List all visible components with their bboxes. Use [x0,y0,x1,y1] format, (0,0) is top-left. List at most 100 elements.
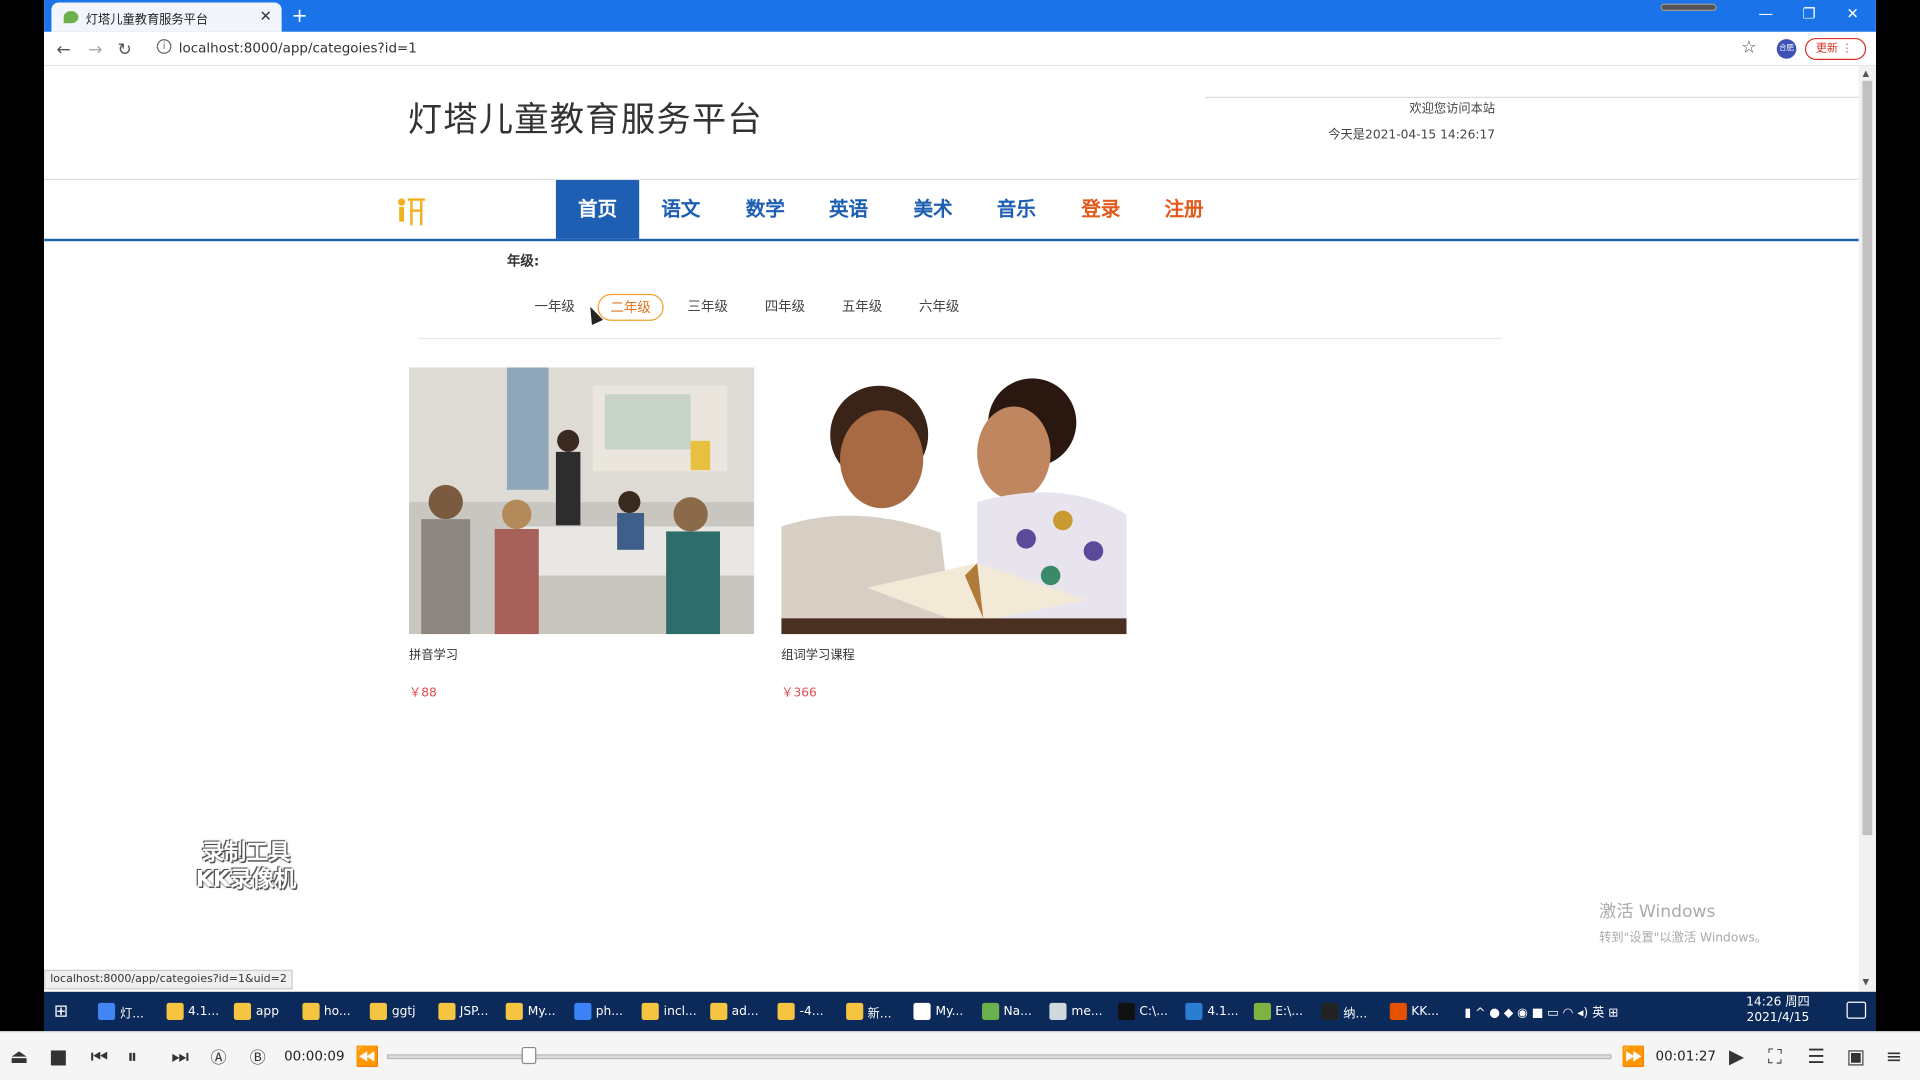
taskbar-clock[interactable]: 14:26 周四 2021/4/15 [1746,994,1810,1026]
course-card[interactable]: 拼音学习 ￥88 [408,367,755,701]
settings-icon[interactable]: ☰ [1807,1044,1825,1067]
course-price: ￥88 [408,686,437,701]
vertical-scrollbar[interactable]: ▲ ▼ [1858,66,1876,992]
taskbar-app-button[interactable]: Na... [981,997,1032,1026]
grade-option-6[interactable]: 六年级 [906,294,972,321]
forward-icon[interactable]: → [88,40,102,60]
playlist-icon[interactable]: ≡ [1886,1044,1902,1067]
site-info-icon[interactable]: i [156,39,172,54]
windows-start-icon[interactable]: ⊞ [54,1002,74,1022]
previous-icon[interactable]: ⏮ [91,1044,109,1068]
taskbar-app-button[interactable]: incl... [641,997,697,1026]
app-icon [641,1002,659,1020]
picture-icon[interactable]: ▣ [1847,1044,1866,1067]
grade-option-1[interactable]: 一年级 [522,294,588,321]
taskbar-app-button[interactable]: 纳... [1321,997,1367,1026]
play-icon[interactable]: ▶ [1729,1044,1744,1067]
taskbar-app-button[interactable]: E:\... [1253,997,1303,1026]
next-icon[interactable]: ⏭ [171,1044,189,1068]
profile-avatar[interactable]: 合肥 [1776,39,1797,59]
close-tab-icon[interactable]: ✕ [260,7,272,24]
eject-icon[interactable]: ⏏ [10,1044,29,1067]
app-icon [1117,1002,1135,1020]
grade-option-2[interactable]: 二年级 [597,293,664,321]
taskbar-app-button[interactable]: My... [505,997,555,1026]
taskbar-app-button[interactable]: C:\... [1117,997,1168,1026]
b-point-icon[interactable]: Ⓑ [250,1044,266,1067]
browser-tab[interactable]: 灯塔儿童教育服务平台 ✕ [51,2,282,32]
course-image[interactable] [408,367,755,635]
lighthouse-logo-icon [397,198,425,226]
grade-option-3[interactable]: 三年级 [675,294,741,321]
fullscreen-icon[interactable]: ⛶ [1768,1044,1782,1068]
tray-icons[interactable]: ▮ ^ ● ◆ ◉ ■ ▭ ◠ ◂) [1464,1007,1588,1020]
ime-indicator[interactable]: 英 [1592,1007,1604,1020]
restore-icon[interactable]: ❐ [1802,5,1815,22]
menu-item-home[interactable]: 首页 [555,179,640,239]
activation-title: 激活 Windows [1599,902,1716,923]
taskbar-app-button[interactable]: ph... [573,997,623,1026]
url-text[interactable]: localhost:8000/app/categoies?id=1 [179,40,417,56]
course-card[interactable]: 组词学习课程 ￥366 [781,367,1127,700]
taskbar-app-button[interactable]: 新... [845,997,892,1026]
taskbar-app-button[interactable]: My... [913,997,963,1026]
reading-kids-photo [781,367,1127,635]
menu-item-math[interactable]: 数学 [724,180,807,239]
rewind-icon[interactable]: ⏪ [355,1044,379,1067]
taskbar-app-button[interactable]: app [233,997,279,1026]
minimize-icon[interactable]: — [1758,5,1773,22]
stop-icon[interactable]: ■ [49,1044,68,1067]
app-icon [165,1002,184,1020]
keyboard-icon[interactable]: ⊞ [1608,1007,1618,1020]
close-window-icon[interactable]: ✕ [1847,5,1859,22]
course-title[interactable]: 拼音学习 [409,644,754,662]
taskbar-app-button[interactable]: 4.1... [165,997,219,1026]
back-icon[interactable]: ← [56,40,70,60]
grade-label: 年级: [506,253,540,270]
update-label: 更新 [1815,42,1838,56]
site-title: 灯塔儿童教育服务平台 [407,99,763,140]
menu-item-music[interactable]: 音乐 [975,180,1058,239]
taskbar-app-label: My... [935,1004,964,1019]
fast-forward-icon[interactable]: ⏩ [1621,1044,1645,1067]
taskbar-app-button[interactable]: KK... [1389,997,1439,1026]
taskbar-app-button[interactable]: me... [1049,997,1103,1026]
app-icon [369,1002,387,1020]
taskbar-app-label: incl... [663,1004,697,1019]
scroll-down-icon[interactable]: ▼ [1862,977,1869,987]
taskbar-app-button[interactable]: 4.1... [1185,997,1239,1026]
taskbar-app-button[interactable]: -4... [777,997,823,1026]
seek-bar[interactable] [386,1054,1612,1060]
grade-option-4[interactable]: 四年级 [752,294,818,321]
notification-icon[interactable] [1846,1001,1867,1019]
seek-knob[interactable] [521,1046,537,1065]
scroll-up-icon[interactable]: ▲ [1862,69,1869,79]
menu-item-login[interactable]: 登录 [1059,180,1142,239]
taskbar-app-button[interactable]: ho... [301,997,351,1026]
scrollbar-thumb[interactable] [1862,80,1873,836]
reload-icon[interactable]: ↻ [118,40,132,60]
course-title[interactable]: 组词学习课程 [781,644,1126,662]
a-point-icon[interactable]: Ⓐ [211,1044,227,1067]
menu-item-register[interactable]: 注册 [1142,180,1225,239]
taskbar-app-label: E:\... [1275,1004,1303,1019]
course-image[interactable] [781,367,1127,635]
menu-item-english[interactable]: 英语 [807,180,890,239]
taskbar-app-button[interactable]: ggtj [369,997,416,1026]
update-button[interactable]: 更新 ⋮ [1804,37,1867,60]
taskbar-app-button[interactable]: ad... [709,997,759,1026]
menu-item-art[interactable]: 美术 [891,180,974,239]
taskbar-app-label: 新... [867,1007,892,1021]
left-black-border [0,0,45,992]
taskbar-app-label: ph... [595,1004,623,1019]
new-tab-icon[interactable]: + [291,4,307,27]
taskbar-app-button[interactable]: JSP... [437,997,488,1026]
taskbar-app-button[interactable]: 灯... [97,997,144,1026]
tab-title: 灯塔儿童教育服务平台 [85,12,209,27]
grade-option-5[interactable]: 五年级 [829,294,895,321]
bookmark-star-icon[interactable]: ☆ [1741,38,1756,58]
browser-window: 灯塔儿童教育服务平台 ✕ + — ❐ ✕ ← → ↻ i localhost:8… [44,0,1876,992]
menu-item-chinese[interactable]: 语文 [639,180,722,239]
current-time: 00:00:09 [284,1048,345,1065]
pause-icon[interactable]: ⏸ [127,1044,137,1068]
